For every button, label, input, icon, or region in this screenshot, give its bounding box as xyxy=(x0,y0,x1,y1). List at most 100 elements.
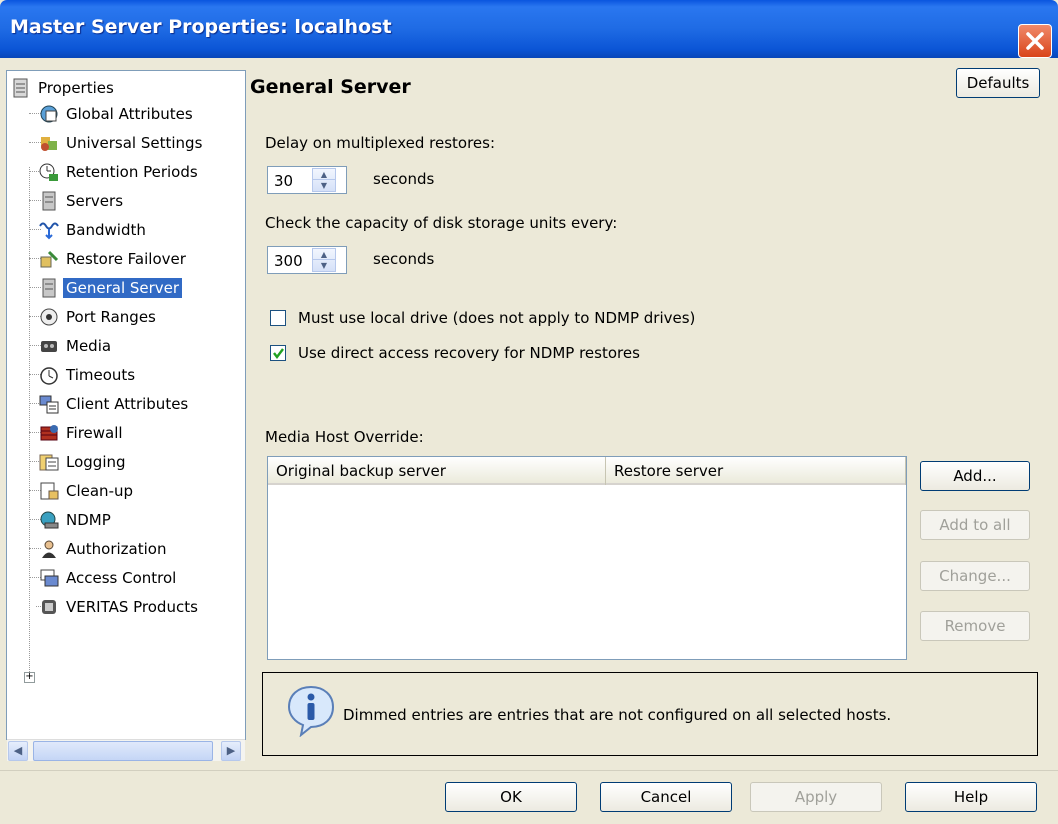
column-original-backup-server[interactable]: Original backup server xyxy=(268,457,606,485)
tree-item-veritas-products[interactable]: VERITAS Products xyxy=(39,592,201,621)
tree-label: Port Ranges xyxy=(66,307,156,326)
delay-label: Delay on multiplexed restores: xyxy=(265,134,496,152)
port-icon xyxy=(39,307,59,327)
tree-item-ndmp[interactable]: NDMP xyxy=(39,505,114,534)
capacity-unit: seconds xyxy=(373,250,435,268)
spin-up-icon[interactable]: ▲ xyxy=(313,249,335,260)
close-button[interactable] xyxy=(1018,24,1052,58)
apply-button[interactable]: Apply xyxy=(750,782,882,812)
table-header: Original backup server Restore server xyxy=(268,457,906,485)
close-icon xyxy=(1026,32,1044,50)
capacity-spin-buttons[interactable]: ▲ ▼ xyxy=(312,248,336,272)
tree-label: VERITAS Products xyxy=(66,597,198,616)
ok-button[interactable]: OK xyxy=(445,782,577,812)
column-restore-server[interactable]: Restore server xyxy=(606,457,906,485)
tree-label: Timeouts xyxy=(66,365,136,384)
veritas-icon xyxy=(39,597,59,617)
local-drive-checkbox[interactable] xyxy=(270,310,286,326)
tree-connector xyxy=(29,167,30,680)
change-button[interactable]: Change... xyxy=(920,561,1030,591)
tree-item-properties[interactable]: Properties xyxy=(11,73,117,102)
tree-label: Global Attributes xyxy=(66,104,193,123)
client-icon xyxy=(39,394,59,414)
help-button[interactable]: Help xyxy=(905,782,1037,812)
add-to-all-button[interactable]: Add to all xyxy=(920,510,1030,540)
tree-item-client-attributes[interactable]: Client Attributes xyxy=(39,389,191,418)
page-title: General Server xyxy=(250,76,411,98)
tree-item-clean-up[interactable]: Clean-up xyxy=(39,476,136,505)
tree-label: Bandwidth xyxy=(66,220,146,239)
tree-item-universal-settings[interactable]: Universal Settings xyxy=(39,128,205,157)
direct-access-checkbox[interactable] xyxy=(270,345,286,361)
tree-label: Servers xyxy=(66,191,124,210)
tree-item-bandwidth[interactable]: Bandwidth xyxy=(39,215,149,244)
local-drive-label[interactable]: Must use local drive (does not apply to … xyxy=(298,309,695,327)
scroll-thumb[interactable] xyxy=(33,741,213,761)
tree-item-authorization[interactable]: Authorization xyxy=(39,534,169,563)
puzzle-gear-icon xyxy=(39,133,59,153)
restore-failover-icon xyxy=(39,249,59,269)
spin-down-icon[interactable]: ▼ xyxy=(313,180,335,191)
window-title: Master Server Properties: localhost xyxy=(10,16,392,38)
delay-spin-buttons[interactable]: ▲ ▼ xyxy=(312,168,336,192)
tree-label: NDMP xyxy=(66,510,111,529)
properties-window: Master Server Properties: localhost Prop… xyxy=(0,0,1058,824)
properties-tree[interactable]: Properties Global Attributes Universal S… xyxy=(6,70,246,740)
tree-label: General Server xyxy=(63,277,183,298)
tree-item-general-server[interactable]: General Server xyxy=(39,273,183,302)
remove-button[interactable]: Remove xyxy=(920,611,1030,641)
scroll-right-icon[interactable]: ▶ xyxy=(221,741,241,761)
media-icon xyxy=(39,336,59,356)
tree-item-global-attributes[interactable]: Global Attributes xyxy=(39,99,196,128)
tree-item-firewall[interactable]: Firewall xyxy=(39,418,126,447)
tree-label: Restore Failover xyxy=(66,249,186,268)
tree-item-access-control[interactable]: Access Control xyxy=(39,563,179,592)
tree-label: Retention Periods xyxy=(66,162,198,181)
tree-item-logging[interactable]: Logging xyxy=(39,447,129,476)
server-icon xyxy=(39,191,59,211)
properties-icon xyxy=(11,78,31,98)
authorization-icon xyxy=(39,539,59,559)
tree-item-servers[interactable]: Servers xyxy=(39,186,126,215)
timer-icon xyxy=(39,365,59,385)
checkmark-icon xyxy=(273,348,284,359)
media-host-label: Media Host Override: xyxy=(265,428,424,446)
info-text: Dimmed entries are entries that are not … xyxy=(343,706,892,724)
tree-label: Clean-up xyxy=(66,481,134,500)
server-icon xyxy=(39,278,59,298)
tree-label: Client Attributes xyxy=(66,394,189,413)
tree-item-port-ranges[interactable]: Port Ranges xyxy=(39,302,159,331)
capacity-value: 300 xyxy=(274,252,303,270)
tree-item-timeouts[interactable]: Timeouts xyxy=(39,360,138,389)
tree-label: Universal Settings xyxy=(66,133,203,152)
tree-item-restore-failover[interactable]: Restore Failover xyxy=(39,244,189,273)
scroll-left-icon[interactable]: ◀ xyxy=(8,741,28,761)
defaults-button[interactable]: Defaults xyxy=(956,68,1040,98)
info-box: Dimmed entries are entries that are not … xyxy=(262,672,1038,756)
capacity-stepper[interactable]: 300 ▲ ▼ xyxy=(267,246,347,274)
tree-label: Access Control xyxy=(66,568,177,587)
bandwidth-icon xyxy=(39,220,59,240)
delay-stepper[interactable]: 30 ▲ ▼ xyxy=(267,166,347,194)
direct-access-label[interactable]: Use direct access recovery for NDMP rest… xyxy=(298,344,640,362)
tree-label: Media xyxy=(66,336,112,355)
delay-unit: seconds xyxy=(373,170,435,188)
tree-label: Properties xyxy=(38,78,114,97)
add-button[interactable]: Add... xyxy=(920,461,1030,491)
spin-down-icon[interactable]: ▼ xyxy=(313,260,335,271)
tree-label: Authorization xyxy=(66,539,167,558)
media-host-table[interactable]: Original backup server Restore server xyxy=(267,456,907,660)
globe-calendar-icon xyxy=(39,104,59,124)
delay-value: 30 xyxy=(274,172,294,190)
tree-horizontal-scrollbar[interactable]: ◀ ▶ xyxy=(7,739,245,761)
tree-item-media[interactable]: Media xyxy=(39,331,114,360)
capacity-label: Check the capacity of disk storage units… xyxy=(265,214,618,232)
title-bar[interactable]: Master Server Properties: localhost xyxy=(0,0,1058,58)
spin-up-icon[interactable]: ▲ xyxy=(313,169,335,180)
tree-item-retention-periods[interactable]: Retention Periods xyxy=(39,157,201,186)
footer-divider xyxy=(0,770,1058,771)
expand-toggle[interactable]: + xyxy=(24,672,35,683)
cancel-button[interactable]: Cancel xyxy=(600,782,732,812)
logging-icon xyxy=(39,452,59,472)
tree-label: Logging xyxy=(66,452,126,471)
